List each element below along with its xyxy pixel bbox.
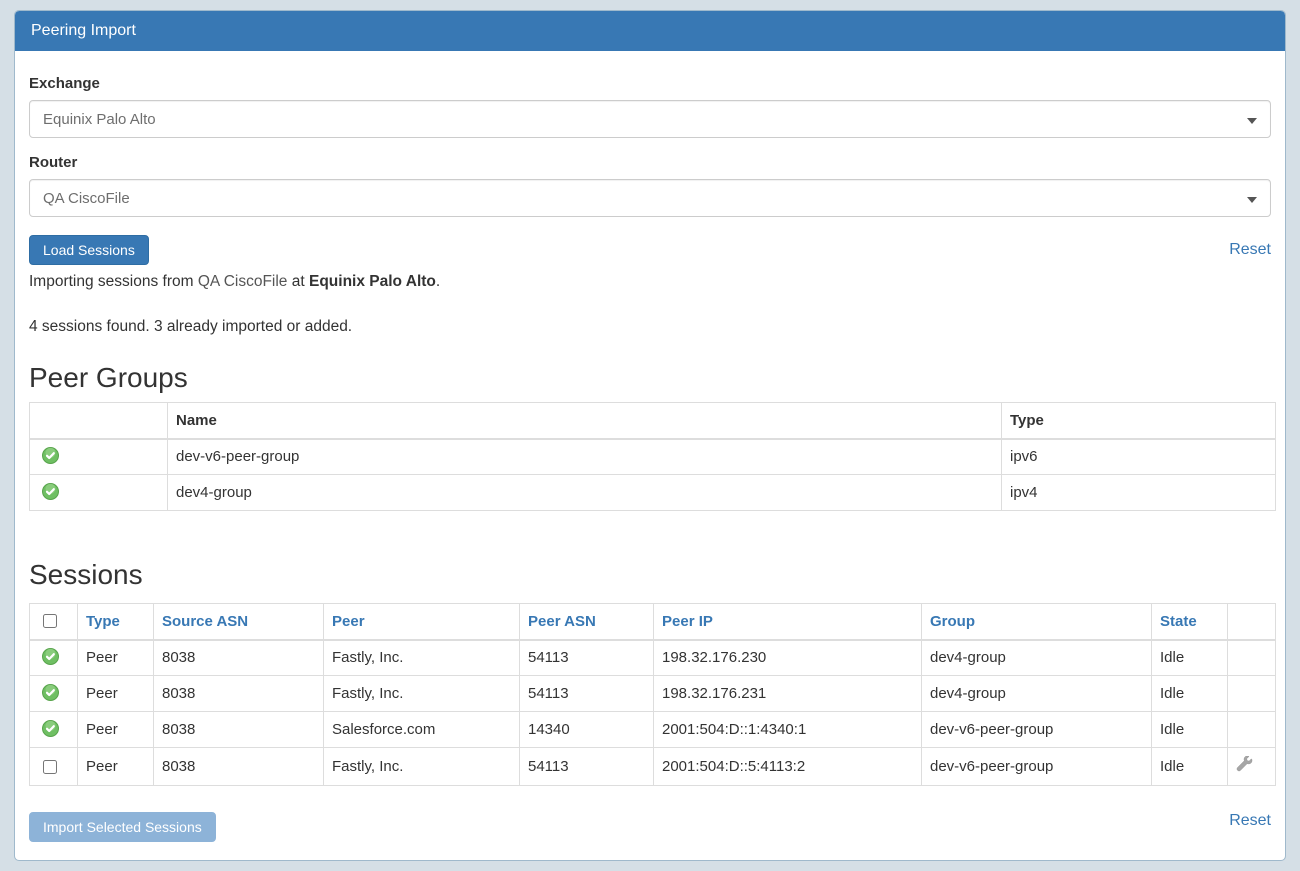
table-row: dev4-group ipv4 [30,475,1276,511]
session-actions [1228,676,1276,712]
sessions-source-asn-header[interactable]: Source ASN [154,604,324,640]
session-peer: Salesforce.com [324,712,520,748]
importing-at: at [292,273,305,290]
peer-groups-status-header [30,403,168,439]
session-source-asn: 8038 [154,748,324,786]
chevron-down-icon [1247,118,1257,124]
table-row: dev-v6-peer-group ipv6 [30,439,1276,475]
chevron-down-icon [1247,197,1257,203]
importing-period: . [436,273,440,290]
peering-import-panel: Peering Import Exchange Equinix Palo Alt… [14,10,1286,861]
session-peer: Fastly, Inc. [324,676,520,712]
session-source-asn: 8038 [154,640,324,676]
peer-groups-heading: Peer Groups [29,362,1271,394]
panel-body: Exchange Equinix Palo Alto Router QA Cis… [15,51,1285,860]
table-row: Peer 8038 Fastly, Inc. 54113 198.32.176.… [30,676,1276,712]
load-actions-row: Load Sessions Reset [29,235,1271,265]
session-type: Peer [78,640,154,676]
peer-group-name: dev-v6-peer-group [168,439,1002,475]
session-source-asn: 8038 [154,712,324,748]
session-source-asn: 8038 [154,676,324,712]
wrench-icon[interactable] [1236,756,1253,773]
session-select-checkbox[interactable] [43,760,57,774]
peer-group-type: ipv6 [1002,439,1276,475]
sessions-state-header[interactable]: State [1152,604,1228,640]
importing-exchange-name: Equinix Palo Alto [309,273,436,290]
session-state: Idle [1152,748,1228,786]
peer-groups-type-header: Type [1002,403,1276,439]
peer-group-name: dev4-group [168,475,1002,511]
router-select[interactable]: QA CiscoFile [29,179,1271,217]
panel-title: Peering Import [15,11,1285,51]
sessions-actions-header [1228,604,1276,640]
exchange-select[interactable]: Equinix Palo Alto [29,100,1271,138]
peer-groups-table: Name Type dev-v6-peer-group ipv6 dev4-gr… [29,402,1276,511]
importing-status-line: Importing sessions from QA CiscoFile at … [29,273,1271,291]
sessions-group-header[interactable]: Group [922,604,1152,640]
session-type: Peer [78,676,154,712]
exchange-label: Exchange [29,75,1271,92]
reset-link-bottom[interactable]: Reset [1229,812,1271,830]
session-state: Idle [1152,676,1228,712]
session-actions [1228,748,1276,786]
peer-groups-name-header: Name [168,403,1002,439]
table-row: Peer 8038 Salesforce.com 14340 2001:504:… [30,712,1276,748]
load-sessions-button[interactable]: Load Sessions [29,235,149,265]
session-type: Peer [78,712,154,748]
session-peer-asn: 54113 [520,748,654,786]
sessions-peer-asn-header[interactable]: Peer ASN [520,604,654,640]
imported-check-icon [42,447,59,464]
router-label: Router [29,154,1271,171]
session-actions [1228,712,1276,748]
session-peer-asn: 14340 [520,712,654,748]
imported-check-icon [42,720,59,737]
sessions-summary: 4 sessions found. 3 already imported or … [29,318,1271,336]
peer-groups-header-row: Name Type [30,403,1276,439]
imported-check-icon [42,483,59,500]
session-actions [1228,640,1276,676]
sessions-table: Type Source ASN Peer Peer ASN Peer IP Gr… [29,603,1276,786]
table-row: Peer 8038 Fastly, Inc. 54113 198.32.176.… [30,640,1276,676]
exchange-select-value: Equinix Palo Alto [43,111,156,128]
sessions-peer-ip-header[interactable]: Peer IP [654,604,922,640]
table-row: Peer 8038 Fastly, Inc. 54113 2001:504:D:… [30,748,1276,786]
import-selected-button[interactable]: Import Selected Sessions [29,812,216,842]
page: Peering Import Exchange Equinix Palo Alt… [0,0,1300,871]
session-peer: Fastly, Inc. [324,748,520,786]
session-peer-ip: 2001:504:D::1:4340:1 [654,712,922,748]
session-peer-ip: 198.32.176.230 [654,640,922,676]
importing-router-name: QA CiscoFile [198,273,288,290]
imported-check-icon [42,648,59,665]
session-group: dev4-group [922,640,1152,676]
session-group: dev4-group [922,676,1152,712]
session-group: dev-v6-peer-group [922,712,1152,748]
sessions-heading: Sessions [29,559,1271,591]
reset-link-top[interactable]: Reset [1229,241,1271,259]
session-type: Peer [78,748,154,786]
importing-prefix: Importing sessions from [29,273,194,290]
router-select-value: QA CiscoFile [43,190,130,207]
peer-group-type: ipv4 [1002,475,1276,511]
session-peer-asn: 54113 [520,640,654,676]
select-all-checkbox[interactable] [43,614,57,628]
session-peer-ip: 2001:504:D::5:4113:2 [654,748,922,786]
sessions-peer-header[interactable]: Peer [324,604,520,640]
session-state: Idle [1152,712,1228,748]
sessions-header-row: Type Source ASN Peer Peer ASN Peer IP Gr… [30,604,1276,640]
session-peer-asn: 54113 [520,676,654,712]
session-group: dev-v6-peer-group [922,748,1152,786]
imported-check-icon [42,684,59,701]
sessions-type-header[interactable]: Type [78,604,154,640]
session-peer: Fastly, Inc. [324,640,520,676]
session-state: Idle [1152,640,1228,676]
import-actions-row: Import Selected Sessions Reset [29,812,1271,842]
session-peer-ip: 198.32.176.231 [654,676,922,712]
